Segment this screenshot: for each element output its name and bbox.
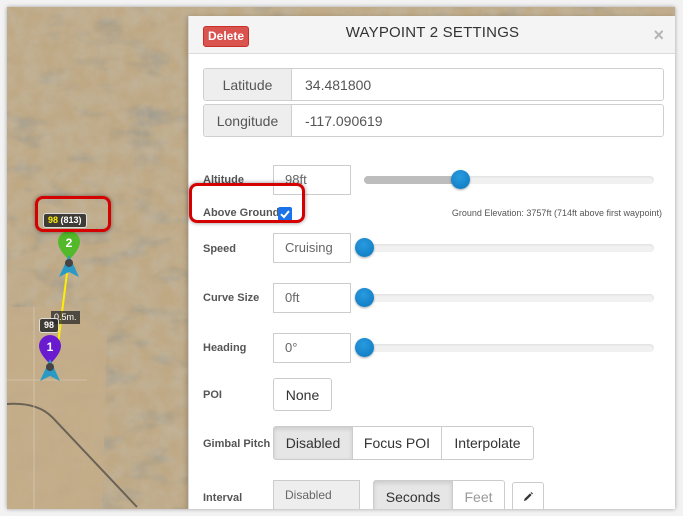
curve-size-slider-thumb[interactable] (355, 288, 374, 307)
altitude-label: Altitude (203, 174, 244, 186)
longitude-input[interactable] (292, 105, 663, 136)
pencil-icon (524, 492, 533, 501)
interval-seconds-button[interactable]: Seconds (373, 480, 453, 509)
heading-label: Heading (203, 342, 247, 354)
panel-header: Delete WAYPOINT 2 SETTINGS × (189, 16, 675, 54)
speed-slider-track[interactable] (364, 244, 654, 252)
speed-slider-thumb[interactable] (355, 238, 374, 257)
interval-input[interactable]: Disabled (273, 480, 360, 509)
panel-title: WAYPOINT 2 SETTINGS (345, 24, 520, 41)
above-ground-checkbox[interactable] (278, 207, 292, 221)
app-frame: 2 1 98 (813) 0.5m. 98 Delete WAYPOINT 2 … (7, 7, 675, 509)
speed-input[interactable]: Cruising (273, 233, 351, 263)
interval-feet-button[interactable]: Feet (453, 480, 505, 509)
interval-label: Interval (203, 492, 243, 504)
latitude-input[interactable] (292, 69, 663, 100)
svg-text:2: 2 (66, 236, 73, 250)
altitude-slider-thumb[interactable] (450, 170, 470, 189)
latitude-label: Latitude (204, 69, 292, 100)
edit-interval-button[interactable] (512, 482, 544, 509)
heading-slider-track[interactable] (364, 344, 654, 352)
close-icon[interactable]: × (653, 26, 664, 44)
altitude-slider-fill (364, 176, 460, 184)
ground-elevation-text: Ground Elevation: 3757ft (714ft above fi… (451, 208, 662, 218)
heading-input[interactable]: 0° (273, 333, 351, 363)
curve-size-slider-track[interactable] (364, 294, 654, 302)
gimbal-pitch-label: Gimbal Pitch (203, 438, 271, 450)
curve-size-label: Curve Size (203, 292, 260, 304)
svg-text:1: 1 (47, 340, 54, 354)
speed-label: Speed (203, 243, 237, 255)
above-ground-label: Above Ground (203, 207, 280, 219)
speed-slider[interactable] (355, 238, 654, 257)
gimbal-pitch-interpolate-button[interactable]: Interpolate (442, 426, 534, 460)
waypoint-2-altitude-label: 98 (813) (43, 213, 87, 228)
screenshot-stage: 2 1 98 (813) 0.5m. 98 Delete WAYPOINT 2 … (0, 0, 683, 516)
waypoint-2-altitude: 98 (48, 215, 59, 225)
heading-slider[interactable] (355, 338, 654, 357)
waypoint-settings-panel: Delete WAYPOINT 2 SETTINGS × Latitude Lo… (188, 16, 675, 509)
gimbal-pitch-options: Disabled Focus POI Interpolate (273, 426, 534, 460)
curve-size-input[interactable]: 0ft (273, 283, 351, 313)
altitude-slider[interactable] (362, 170, 654, 189)
waypoint-2-ground-altitude: (813) (60, 215, 82, 225)
curve-size-slider[interactable] (355, 288, 654, 307)
longitude-field-group: Longitude (203, 104, 664, 137)
gimbal-pitch-focus-poi-button[interactable]: Focus POI (353, 426, 442, 460)
gimbal-pitch-disabled-button[interactable]: Disabled (273, 426, 353, 460)
poi-none-button[interactable]: None (273, 378, 332, 411)
waypoint-1-altitude-label: 98 (39, 318, 60, 333)
interval-unit-options: Seconds Feet (373, 480, 505, 509)
longitude-label: Longitude (204, 105, 292, 136)
checkmark-icon (280, 210, 290, 219)
valley-floor (7, 307, 107, 509)
altitude-input[interactable]: 98ft (273, 165, 351, 195)
latitude-field-group: Latitude (203, 68, 664, 101)
poi-label: POI (203, 389, 222, 401)
heading-slider-thumb[interactable] (355, 338, 374, 357)
